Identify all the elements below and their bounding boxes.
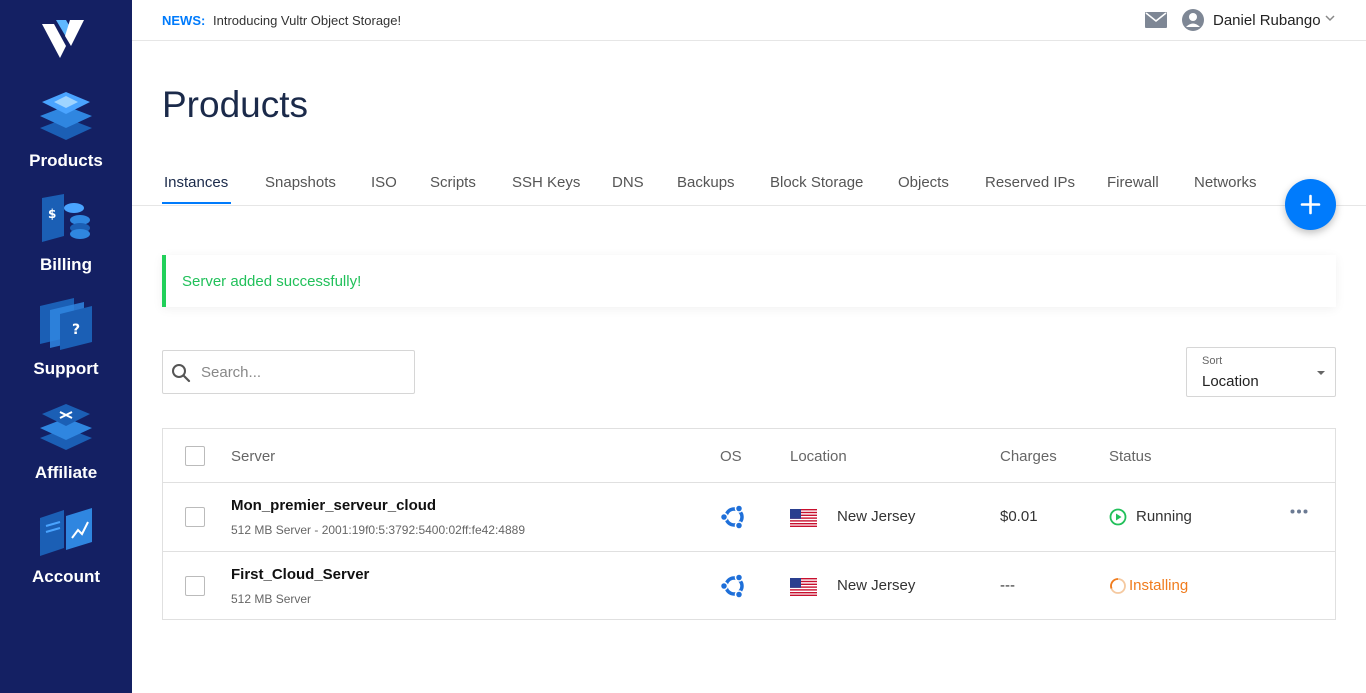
search-input[interactable] bbox=[201, 351, 411, 393]
caret-down-icon bbox=[1317, 371, 1325, 375]
server-details: 512 MB Server bbox=[231, 592, 312, 606]
sidebar-item-label: Support bbox=[33, 359, 99, 378]
affiliate-icon bbox=[40, 404, 92, 450]
tab-dns[interactable]: DNS bbox=[612, 174, 644, 191]
vultr-logo[interactable] bbox=[40, 16, 88, 62]
user-avatar-icon[interactable] bbox=[1182, 9, 1204, 31]
sidebar: Products $ Billing ? Support Affiliate A… bbox=[0, 0, 132, 693]
sidebar-item-label: Products bbox=[29, 151, 103, 170]
server-location: New Jersey bbox=[837, 508, 916, 525]
server-location: New Jersey bbox=[837, 577, 916, 594]
top-bar: NEWS: Introducing Vultr Object Storage! … bbox=[132, 0, 1366, 41]
more-options-icon[interactable] bbox=[1290, 509, 1308, 514]
alert-message: Server added successfully! bbox=[182, 273, 362, 290]
us-flag-icon bbox=[790, 578, 817, 596]
us-flag-icon bbox=[790, 509, 817, 527]
mail-icon[interactable] bbox=[1145, 12, 1167, 28]
search-icon bbox=[172, 364, 191, 383]
success-alert: Server added successfully! bbox=[162, 255, 1336, 307]
sidebar-item-billing[interactable]: $ Billing bbox=[0, 192, 132, 292]
ubuntu-icon bbox=[720, 504, 744, 530]
row-checkbox[interactable] bbox=[185, 576, 205, 596]
table-row[interactable]: First_Cloud_Server 512 MB Server New Jer… bbox=[163, 551, 1335, 620]
column-header-server[interactable]: Server bbox=[231, 448, 275, 465]
page-title: Products bbox=[162, 84, 309, 125]
play-icon bbox=[1109, 508, 1127, 526]
server-status: Installing bbox=[1129, 577, 1189, 594]
servers-table: Server OS Location Charges Status Mon_pr… bbox=[162, 428, 1336, 620]
plus-icon bbox=[1300, 194, 1321, 215]
tab-firewall[interactable]: Firewall bbox=[1107, 174, 1159, 191]
tab-networks[interactable]: Networks bbox=[1194, 174, 1257, 191]
sidebar-item-affiliate[interactable]: Affiliate bbox=[0, 400, 132, 500]
select-all-checkbox[interactable] bbox=[185, 446, 205, 466]
layers-icon bbox=[40, 92, 92, 140]
tab-objects[interactable]: Objects bbox=[898, 174, 949, 191]
tab-instances[interactable]: Instances bbox=[164, 174, 228, 191]
ubuntu-icon bbox=[720, 573, 744, 599]
svg-text:$: $ bbox=[48, 207, 56, 221]
row-checkbox[interactable] bbox=[185, 507, 205, 527]
table-row[interactable]: Mon_premier_serveur_cloud 512 MB Server … bbox=[163, 482, 1335, 551]
spinner-icon bbox=[1110, 578, 1126, 594]
news-tag: NEWS: bbox=[162, 13, 206, 28]
search-box[interactable] bbox=[162, 350, 415, 394]
active-tab-indicator bbox=[162, 202, 231, 204]
server-name[interactable]: First_Cloud_Server bbox=[231, 566, 369, 583]
tab-iso[interactable]: ISO bbox=[371, 174, 397, 191]
sidebar-item-label: Billing bbox=[40, 255, 92, 274]
sort-value: Location bbox=[1202, 373, 1259, 390]
news-link[interactable]: Introducing Vultr Object Storage! bbox=[213, 13, 401, 28]
tab-scripts[interactable]: Scripts bbox=[430, 174, 476, 191]
support-icon: ? bbox=[40, 298, 92, 350]
tab-backups[interactable]: Backups bbox=[677, 174, 735, 191]
server-status: Running bbox=[1136, 508, 1192, 525]
billing-icon: $ bbox=[42, 194, 90, 242]
svg-text:?: ? bbox=[72, 322, 80, 338]
sort-select[interactable]: Sort Location bbox=[1186, 347, 1336, 397]
account-icon bbox=[40, 508, 92, 556]
server-charges: --- bbox=[1000, 577, 1015, 594]
product-tabs: Instances Snapshots ISO Scripts SSH Keys… bbox=[162, 160, 1336, 206]
add-server-button[interactable] bbox=[1285, 179, 1336, 230]
sidebar-item-label: Account bbox=[32, 567, 100, 586]
tab-block-storage[interactable]: Block Storage bbox=[770, 174, 863, 191]
chevron-down-icon[interactable] bbox=[1325, 15, 1335, 22]
sidebar-item-label: Affiliate bbox=[34, 463, 98, 482]
sidebar-item-account[interactable]: Account bbox=[0, 504, 132, 604]
server-charges: $0.01 bbox=[1000, 508, 1038, 525]
tab-snapshots[interactable]: Snapshots bbox=[265, 174, 336, 191]
column-header-location[interactable]: Location bbox=[790, 448, 847, 465]
server-details: 512 MB Server - 2001:19f0:5:3792:5400:02… bbox=[231, 523, 525, 537]
column-header-os[interactable]: OS bbox=[720, 448, 742, 465]
sidebar-item-support[interactable]: ? Support bbox=[0, 296, 132, 396]
user-name[interactable]: Daniel Rubango bbox=[1213, 12, 1321, 29]
column-header-charges[interactable]: Charges bbox=[1000, 448, 1057, 465]
tab-reserved-ips[interactable]: Reserved IPs bbox=[985, 174, 1075, 191]
sort-label: Sort bbox=[1202, 355, 1223, 367]
server-name[interactable]: Mon_premier_serveur_cloud bbox=[231, 497, 436, 514]
sidebar-item-products[interactable]: Products bbox=[0, 88, 132, 188]
column-header-status[interactable]: Status bbox=[1109, 448, 1152, 465]
tab-ssh-keys[interactable]: SSH Keys bbox=[512, 174, 580, 191]
